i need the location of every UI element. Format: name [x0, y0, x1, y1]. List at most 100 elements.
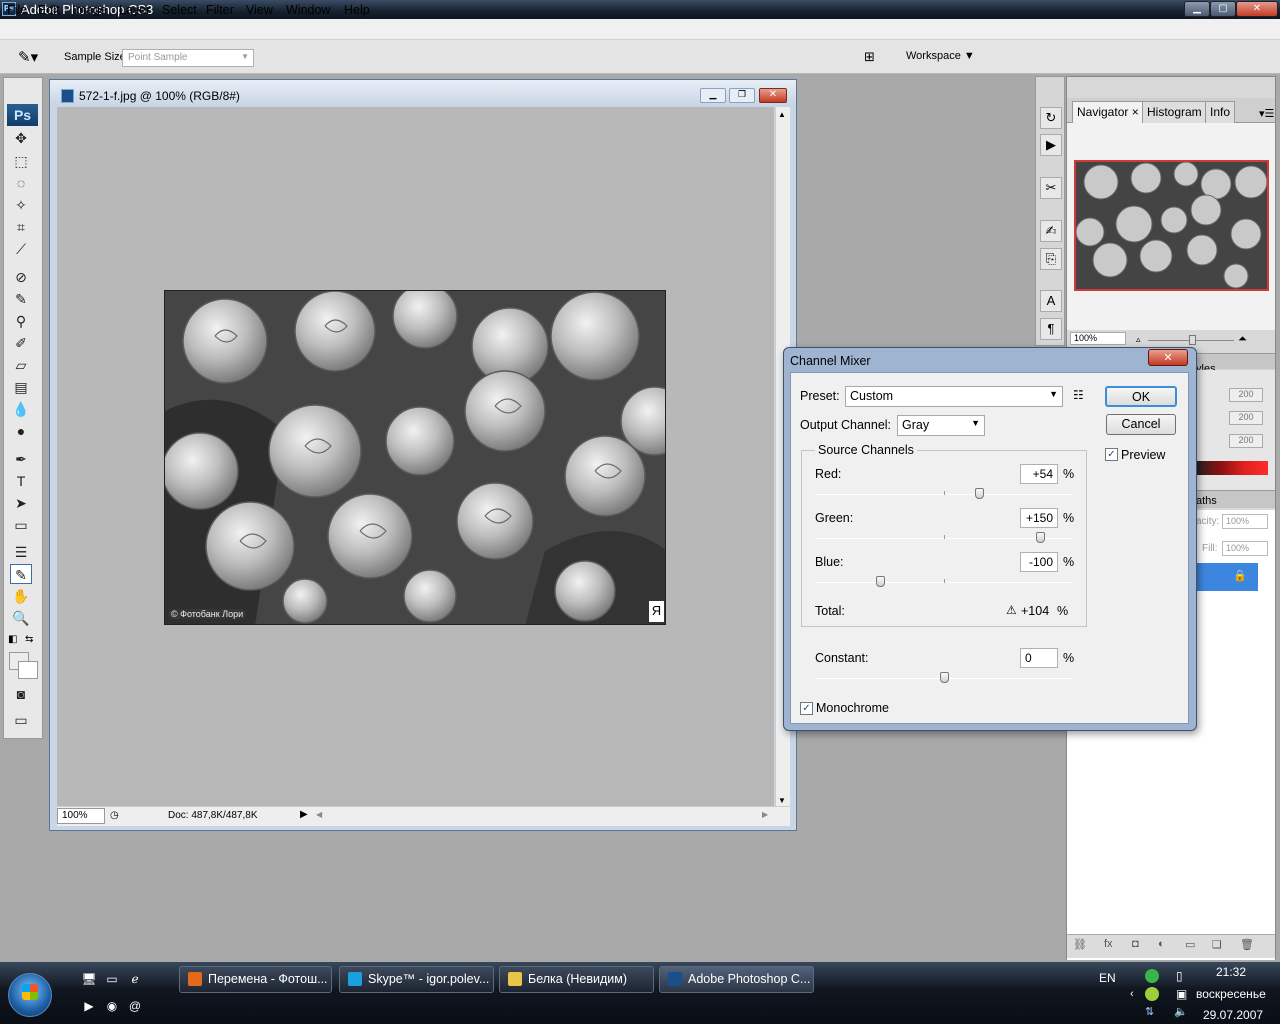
- default-colors-icon[interactable]: ◧: [8, 634, 17, 645]
- close-icon[interactable]: ×: [1132, 105, 1139, 119]
- status-options-icon[interactable]: ◷: [110, 810, 119, 821]
- opacity-field[interactable]: 100%: [1222, 514, 1268, 529]
- network-tray-icon[interactable]: ▣: [1176, 987, 1187, 1001]
- menu-select[interactable]: Select: [162, 3, 197, 17]
- navigator-thumbnail[interactable]: [1074, 160, 1269, 291]
- sample-size-select[interactable]: Point Sample ▼: [122, 49, 254, 67]
- ps-logo[interactable]: Ps: [7, 104, 38, 126]
- menu-image[interactable]: Image: [72, 3, 107, 17]
- taskbar-item-firefox[interactable]: Перемена - Фотош...: [179, 966, 332, 993]
- menu-file[interactable]: File: [7, 3, 27, 17]
- show-desktop-icon[interactable]: 🖥: [80, 972, 98, 988]
- show-hidden-icons-icon[interactable]: ‹: [1130, 988, 1134, 1000]
- scroll-left-icon[interactable]: ◀: [316, 810, 322, 819]
- notes-tool-icon[interactable]: ☰: [10, 542, 32, 562]
- dodge-tool-icon[interactable]: ●: [10, 421, 32, 441]
- device-tray-icon[interactable]: ▯: [1176, 969, 1183, 983]
- sync-tray-icon[interactable]: ⇅: [1145, 1005, 1154, 1018]
- background-color-swatch[interactable]: [18, 661, 38, 679]
- green-value-input[interactable]: +150: [1020, 508, 1058, 528]
- link-layers-icon[interactable]: ⛓: [1073, 938, 1087, 951]
- paragraph-panel-icon[interactable]: ¶: [1040, 318, 1062, 340]
- menu-window[interactable]: Window: [286, 3, 330, 17]
- layer-mask-icon[interactable]: ◘: [1132, 938, 1139, 950]
- roses-photo[interactable]: © Фотобанк Лори Я: [164, 290, 666, 625]
- red-value-input[interactable]: +54: [1020, 464, 1058, 484]
- fill-field[interactable]: 100%: [1222, 541, 1268, 556]
- volume-icon[interactable]: 🔈: [1174, 1005, 1188, 1018]
- tab-paths-partial[interactable]: aths: [1196, 495, 1217, 507]
- taskbar-item-mail[interactable]: Белка (Невидим): [499, 966, 654, 993]
- zoom-in-icon[interactable]: ⏶: [1238, 333, 1247, 346]
- eyedropper-tool-preset-icon[interactable]: ✎▾: [18, 48, 38, 66]
- media-player-icon[interactable]: ▶: [80, 999, 98, 1015]
- screen-mode-icon[interactable]: ▭: [10, 710, 32, 730]
- taskbar-item-photoshop[interactable]: Adobe Photoshop C...: [659, 966, 814, 993]
- scroll-up-icon[interactable]: ▲: [778, 110, 786, 119]
- constant-value-input[interactable]: 0: [1020, 648, 1058, 668]
- layer-style-icon[interactable]: fx: [1104, 938, 1113, 950]
- firefox-icon[interactable]: ◉: [103, 999, 121, 1015]
- messenger-tray-icon[interactable]: [1145, 987, 1159, 1001]
- new-group-icon[interactable]: ▭: [1185, 938, 1195, 951]
- menu-filter[interactable]: Filter: [206, 3, 234, 17]
- output-channel-select[interactable]: Gray ▼: [897, 415, 985, 436]
- tab-histogram[interactable]: Histogram: [1142, 101, 1207, 123]
- constant-slider-thumb[interactable]: [940, 672, 949, 683]
- maximize-button[interactable]: ▢: [1210, 1, 1236, 17]
- tab-info[interactable]: Info: [1205, 101, 1236, 123]
- computer-icon[interactable]: ▭: [103, 972, 121, 988]
- zoom-tool-icon[interactable]: 🔍: [10, 608, 32, 628]
- adjustment-layer-icon[interactable]: ◐: [1158, 938, 1165, 950]
- quick-mask-icon[interactable]: ◙: [10, 684, 32, 704]
- slice-tool-icon[interactable]: ⟋: [10, 239, 32, 259]
- icq-tray-icon[interactable]: [1145, 969, 1159, 983]
- red-slider-thumb[interactable]: [974, 488, 984, 499]
- clone-stamp-icon[interactable]: ⚲: [10, 311, 32, 331]
- doc-close-button[interactable]: ✕: [759, 88, 787, 103]
- taskbar-item-skype[interactable]: Skype™ - igor.polev...: [339, 966, 494, 993]
- blue-value-input[interactable]: -100: [1020, 552, 1058, 572]
- doc-restore-button[interactable]: ❐: [729, 88, 755, 103]
- status-menu-arrow-icon[interactable]: ▶: [300, 809, 308, 820]
- gradient-tool-icon[interactable]: ▤: [10, 377, 32, 397]
- menu-help[interactable]: Help: [344, 3, 370, 17]
- language-indicator[interactable]: EN: [1099, 971, 1116, 985]
- blue-slider-thumb[interactable]: [875, 576, 885, 587]
- clone-source-icon[interactable]: ⎘: [1040, 248, 1062, 270]
- path-selection-icon[interactable]: ➤: [10, 493, 32, 513]
- eyedropper-tool-icon[interactable]: ✎: [10, 564, 32, 584]
- eraser-tool-icon[interactable]: ▱: [10, 355, 32, 375]
- mail-icon[interactable]: @: [126, 999, 144, 1015]
- cancel-button[interactable]: Cancel: [1106, 414, 1176, 435]
- color-ramp[interactable]: [1196, 461, 1268, 475]
- shape-tool-icon[interactable]: ▭: [10, 515, 32, 535]
- bridge-icon[interactable]: ⊞: [864, 49, 875, 65]
- character-panel-icon[interactable]: A: [1040, 290, 1062, 312]
- healing-brush-icon[interactable]: ⊘: [10, 267, 32, 287]
- color-value-g[interactable]: 200: [1229, 411, 1263, 425]
- navigator-zoom-thumb[interactable]: [1189, 335, 1196, 345]
- monochrome-checkbox[interactable]: ✓: [800, 702, 813, 715]
- preset-select[interactable]: Custom ▼: [845, 386, 1063, 407]
- doc-minimize-button[interactable]: ▁: [700, 88, 726, 103]
- history-brush-icon[interactable]: ✐: [10, 333, 32, 353]
- minimize-button[interactable]: ▁: [1184, 1, 1210, 17]
- actions-panel-icon[interactable]: ▶: [1040, 134, 1062, 156]
- move-tool-icon[interactable]: ✥: [10, 128, 32, 148]
- type-tool-icon[interactable]: T: [10, 471, 32, 491]
- clock-time[interactable]: 21:32: [1216, 965, 1246, 979]
- navigator-zoom-field[interactable]: 100%: [1070, 332, 1126, 345]
- crop-tool-icon[interactable]: ⌗: [10, 217, 32, 237]
- menu-layer[interactable]: Layer: [119, 3, 150, 17]
- new-layer-icon[interactable]: ❏: [1212, 938, 1222, 951]
- workspace-menu[interactable]: Workspace ▼: [906, 50, 975, 62]
- dialog-close-button[interactable]: ✕: [1148, 349, 1188, 366]
- menu-edit[interactable]: Edit: [38, 3, 60, 17]
- brushes-panel-icon[interactable]: ✍: [1040, 220, 1062, 242]
- pen-tool-icon[interactable]: ✒: [10, 449, 32, 469]
- history-panel-icon[interactable]: ↻: [1040, 107, 1062, 129]
- preset-options-icon[interactable]: ☷: [1073, 388, 1084, 402]
- selected-layer-row[interactable]: [1190, 563, 1258, 591]
- delete-layer-icon[interactable]: 🗑: [1240, 938, 1254, 951]
